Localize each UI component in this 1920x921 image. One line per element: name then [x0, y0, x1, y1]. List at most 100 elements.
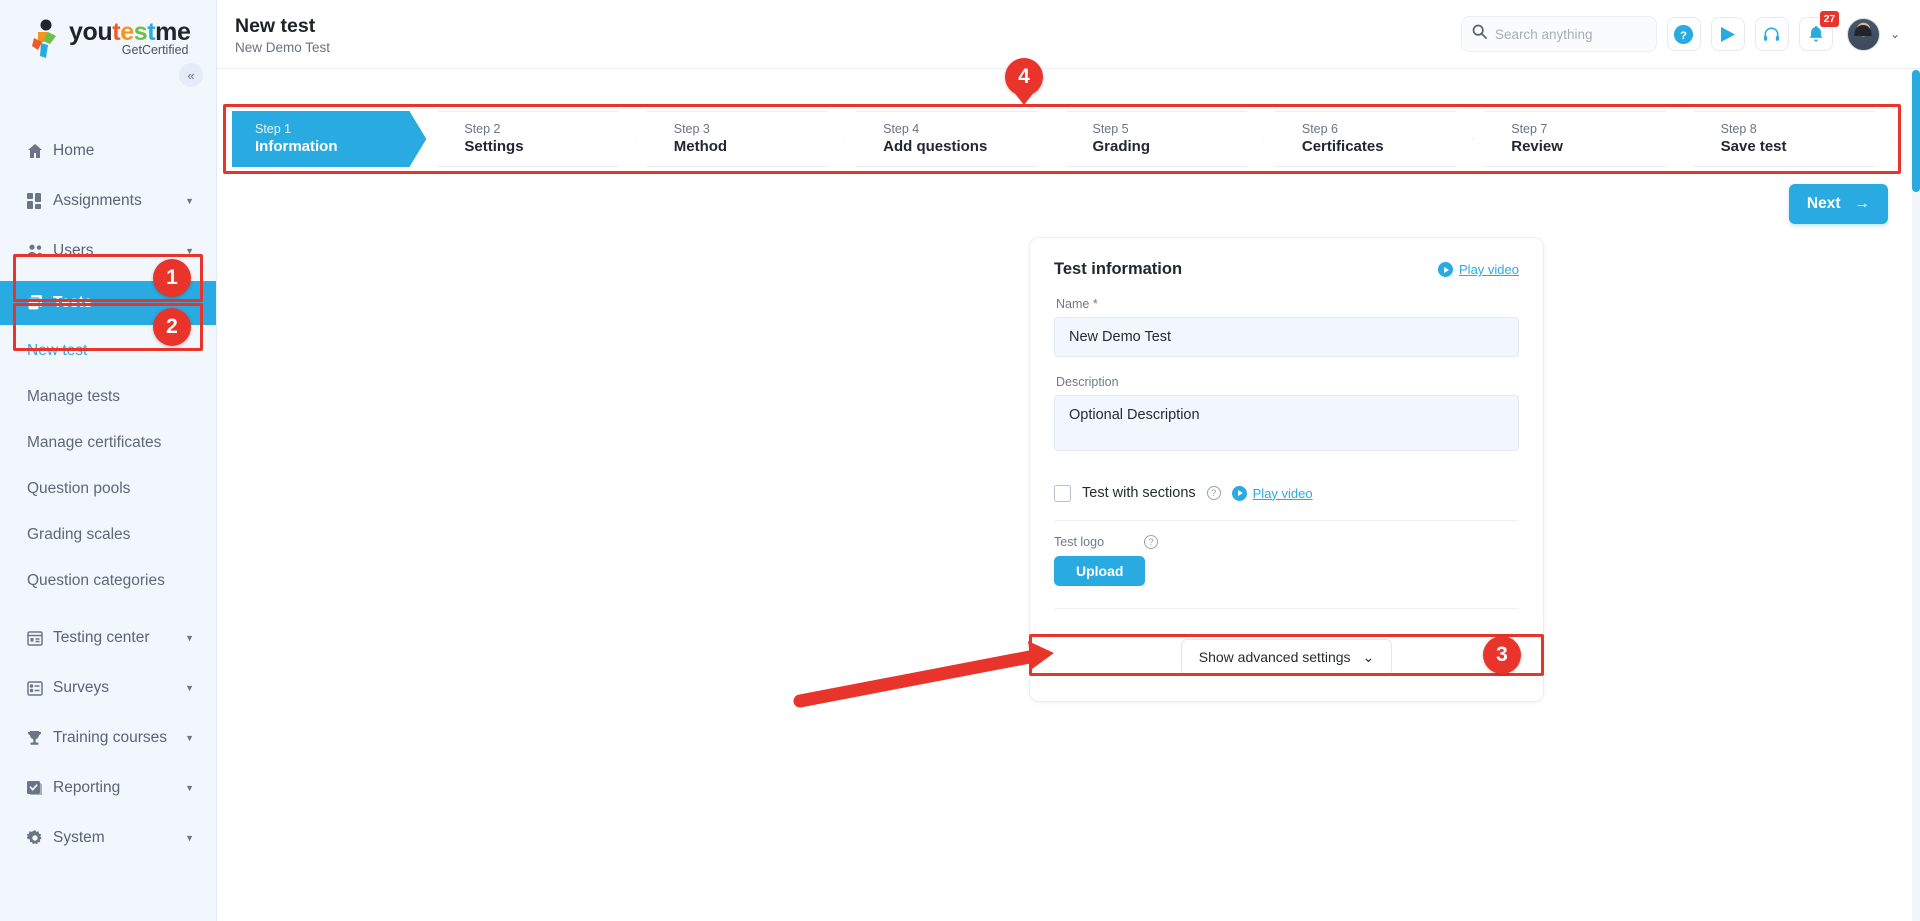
brand-part-t2: t	[147, 18, 156, 46]
play-video-label: Play video	[1252, 485, 1313, 501]
step-number: Step 6	[1301, 122, 1339, 136]
stepper: Step 1 Information Step 2 Settings Step …	[226, 107, 1898, 171]
main-content: Next → Test information Play video Name …	[217, 174, 1920, 921]
name-input[interactable]	[1054, 317, 1519, 357]
sidebar-item-home[interactable]: Home	[0, 130, 216, 172]
name-label-text: Name	[1056, 297, 1090, 311]
next-row: Next →	[217, 174, 1920, 224]
sidebar-subitem-label: Question pools	[27, 480, 131, 497]
sidebar-item-training-courses[interactable]: Training courses ▼	[0, 717, 216, 759]
chevron-down-icon[interactable]: ▼	[185, 246, 194, 256]
sidebar-item-assignments[interactable]: Assignments ▼	[0, 180, 216, 222]
description-field-label: Description	[1056, 375, 1119, 389]
sidebar-item-label: System	[53, 829, 105, 846]
gear-icon	[27, 830, 53, 846]
play-video-link-header[interactable]: Play video	[1438, 262, 1519, 277]
chevron-down-icon[interactable]: ▼	[185, 683, 194, 693]
test-logo-label: Test logo	[1054, 535, 1105, 549]
youtestme-logo-icon	[28, 18, 66, 58]
step-4-add-questions[interactable]: Step 4 Add questions	[856, 111, 1054, 167]
sidebar-subitem-manage-certificates[interactable]: Manage certificates	[0, 423, 216, 463]
sidebar-subitem-grading-scales[interactable]: Grading scales	[0, 515, 216, 555]
testing-center-icon	[27, 630, 53, 646]
sidebar-collapse-icon[interactable]: «	[179, 63, 203, 87]
help-button[interactable]: ?	[1666, 17, 1701, 51]
brand-part-you: you	[69, 18, 113, 46]
search-icon	[1472, 24, 1487, 44]
description-textarea[interactable]	[1054, 395, 1519, 451]
brand-logo[interactable]: youtestme GetCertified	[0, 0, 216, 58]
svg-text:?: ?	[1680, 29, 1687, 41]
help-circle-icon[interactable]: ?	[1144, 535, 1159, 549]
sidebar-item-reporting[interactable]: Reporting ▼	[0, 767, 216, 809]
chevron-down-icon[interactable]: ▼	[185, 783, 194, 793]
page-scrollbar-track[interactable]	[1912, 70, 1920, 921]
annotation-badge-1: 1	[153, 259, 191, 297]
avatar[interactable]	[1846, 17, 1880, 51]
test-with-sections-row: Test with sections ? Play video	[1054, 482, 1519, 504]
upload-button[interactable]: Upload	[1054, 556, 1146, 586]
card-title: Test information	[1054, 260, 1183, 278]
sidebar-subitem-label: Grading scales	[27, 526, 131, 543]
step-7-review[interactable]: Step 7 Review	[1484, 111, 1682, 167]
sidebar-item-label: Users	[53, 242, 94, 259]
test-with-sections-checkbox[interactable]	[1054, 484, 1071, 502]
play-video-link-sections[interactable]: Play video	[1231, 485, 1313, 501]
sidebar-subitem-label: Question categories	[27, 572, 165, 589]
step-name: Add questions	[883, 138, 988, 155]
chevron-down-icon[interactable]: ▼	[185, 633, 194, 643]
step-2-settings[interactable]: Step 2 Settings	[437, 111, 635, 167]
sidebar-item-label: Training courses	[53, 729, 168, 746]
next-button[interactable]: Next →	[1788, 184, 1888, 224]
play-button[interactable]	[1710, 17, 1745, 51]
sidebar-subitem-question-categories[interactable]: Question categories	[0, 561, 216, 601]
step-8-save-test[interactable]: Step 8 Save test	[1694, 111, 1892, 167]
brand-part-t1: t	[112, 18, 121, 46]
play-video-label: Play video	[1459, 262, 1519, 277]
chevron-down-icon[interactable]: ▼	[185, 196, 194, 206]
step-number: Step 7	[1511, 122, 1548, 136]
sidebar-item-surveys[interactable]: Surveys ▼	[0, 667, 216, 709]
step-number: Step 3	[673, 122, 710, 136]
tests-icon	[27, 295, 53, 311]
chevron-down-icon[interactable]: ⌄	[1890, 27, 1900, 41]
sidebar-item-system[interactable]: System ▼	[0, 817, 216, 859]
step-5-grading[interactable]: Step 5 Grading	[1066, 111, 1264, 167]
chevron-down-icon[interactable]: ▼	[185, 833, 194, 843]
step-number: Step 8	[1720, 122, 1757, 136]
trophy-icon	[27, 730, 53, 746]
home-icon	[27, 143, 53, 159]
step-6-certificates[interactable]: Step 6 Certificates	[1275, 111, 1473, 167]
sidebar-item-testing-center[interactable]: Testing center ▼	[0, 617, 216, 659]
step-name: Save test	[1720, 138, 1787, 155]
advanced-settings-label: Show advanced settings	[1198, 649, 1351, 665]
help-circle-icon[interactable]: ?	[1206, 486, 1221, 500]
chevron-down-icon[interactable]: ▼	[185, 733, 194, 743]
support-headset-button[interactable]	[1754, 17, 1789, 51]
play-icon	[1438, 262, 1454, 277]
sidebar-subitem-question-pools[interactable]: Question pools	[0, 469, 216, 509]
test-with-sections-label: Test with sections	[1082, 485, 1196, 501]
chevron-down-icon: ⌄	[1362, 648, 1375, 665]
step-name: Grading	[1092, 138, 1151, 155]
step-number: Step 4	[883, 122, 920, 136]
search-input[interactable]	[1494, 26, 1646, 42]
show-advanced-settings-button[interactable]: Show advanced settings ⌄	[1180, 639, 1393, 675]
assignments-icon	[27, 193, 53, 209]
step-3-method[interactable]: Step 3 Method	[647, 111, 845, 167]
header-actions: ? 27 ⌄	[1460, 11, 1920, 52]
users-icon	[27, 244, 53, 258]
page-titles: New test New Demo Test	[235, 14, 330, 55]
notifications-button[interactable]: 27	[1798, 11, 1839, 51]
annotation-badge-2: 2	[153, 308, 191, 346]
brand-wordmark: youtestme	[69, 18, 191, 46]
page-scrollbar-thumb[interactable]	[1912, 70, 1920, 192]
sidebar-subitem-manage-tests[interactable]: Manage tests	[0, 377, 216, 417]
step-number: Step 2	[464, 122, 501, 136]
step-1-information[interactable]: Step 1 Information	[232, 111, 426, 167]
brand-part-me: me	[155, 18, 191, 46]
sidebar-item-label: Testing center	[53, 629, 150, 646]
page-subtitle: New Demo Test	[235, 39, 331, 55]
sidebar-item-label: Surveys	[53, 679, 109, 696]
search-box[interactable]	[1460, 16, 1657, 52]
